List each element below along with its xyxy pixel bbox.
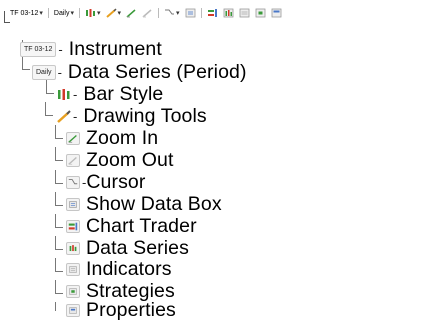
toolbar-instrument-dropdown[interactable]: TF 03-12 ▾: [9, 9, 44, 18]
toolbar-instrument-label: TF 03-12: [10, 9, 39, 17]
tree-item-period[interactable]: Daily - Data Series (Period): [32, 61, 247, 83]
tree-connector: [55, 183, 63, 184]
tree-connector: [55, 205, 63, 206]
tree-item-label: Data Series: [86, 236, 189, 259]
chevron-down-icon: -: [73, 108, 78, 124]
toolbar-separator: [200, 8, 202, 18]
properties-icon: [66, 303, 80, 317]
tree-connector: [46, 93, 54, 94]
data-box-icon: [185, 8, 195, 18]
tree-connector: [55, 236, 56, 250]
tree-connector: [45, 102, 46, 116]
tree-item-show-data-box[interactable]: Show Data Box: [66, 193, 222, 215]
tree-connector: [55, 302, 56, 311]
chevron-down-icon: -: [73, 86, 78, 102]
indicators-icon: [239, 8, 249, 18]
toolbar-chart-trader-button[interactable]: [206, 8, 219, 18]
tree-item-zoom-in[interactable]: Zoom In: [66, 127, 158, 149]
zoom-out-icon: [66, 153, 80, 167]
tree-item-cursor[interactable]: - Cursor: [66, 171, 145, 193]
toolbar-cursor-button[interactable]: ▾: [163, 8, 181, 18]
period-chip: Daily: [32, 64, 56, 80]
chevron-down-icon: -: [57, 64, 62, 80]
tree-connector: [55, 170, 56, 184]
tree-item-chart-trader[interactable]: Chart Trader: [66, 215, 197, 237]
tree-connector: [55, 280, 56, 294]
bar-style-icon: [58, 88, 70, 100]
tree-connector: [22, 69, 30, 70]
tree-connector: [55, 192, 56, 206]
tree-connector: [55, 293, 63, 294]
properties-icon: [271, 8, 281, 18]
tree-connector: [4, 22, 10, 23]
tree-item-label: Zoom Out: [86, 148, 174, 171]
tree-connector: [55, 227, 63, 228]
toolbar-separator: [158, 8, 160, 18]
strategies-icon: [66, 284, 80, 298]
tree-item-instrument[interactable]: TF 03-12 - Instrument: [20, 38, 162, 60]
tree-connector: [55, 258, 56, 272]
toolbar-zoom-out-button[interactable]: [141, 8, 154, 18]
chevron-down-icon: ▾: [39, 10, 43, 17]
tree-item-bar-style[interactable]: - Bar Style: [57, 83, 163, 105]
tree-item-zoom-out[interactable]: Zoom Out: [66, 149, 174, 171]
tree-connector: [55, 147, 56, 161]
bar-style-icon: [86, 9, 95, 17]
toolbar-indicators-button[interactable]: [238, 8, 251, 18]
tree-item-label: Chart Trader: [86, 214, 197, 237]
toolbar-separator: [47, 8, 49, 18]
data-series-icon: [66, 241, 80, 255]
toolbar-period-dropdown[interactable]: Daily ▾: [53, 9, 75, 18]
toolbar-period-label: Daily: [53, 9, 70, 17]
tree-item-label: Indicators: [86, 257, 172, 280]
toolbar-data-box-button[interactable]: [184, 8, 197, 18]
chevron-down-icon: ▾: [70, 10, 74, 17]
cursor-icon: [165, 9, 175, 15]
zoom-out-icon: [142, 9, 152, 18]
indicators-icon: [66, 262, 80, 276]
zoom-in-icon: [66, 131, 80, 145]
tree-item-drawing-tools[interactable]: - Drawing Tools: [57, 105, 207, 127]
tree-item-label: Bar Style: [83, 82, 164, 105]
cursor-icon: [66, 175, 80, 189]
tree-connector: [55, 214, 56, 228]
tree-connector: [55, 125, 56, 139]
pencil-icon: [105, 8, 117, 18]
tree-item-properties[interactable]: Properties: [66, 299, 176, 321]
toolbar-properties-button[interactable]: [270, 8, 283, 18]
zoom-in-icon: [126, 9, 136, 18]
strategies-icon: [255, 8, 265, 18]
tree-item-data-series[interactable]: Data Series: [66, 237, 189, 259]
chart-toolbar: TF 03-12 ▾ Daily ▾ ▾ ▾ ▾: [0, 0, 431, 26]
tree-connector: [55, 160, 63, 161]
toolbar-drawing-tools-button[interactable]: ▾: [105, 8, 123, 18]
toolbar-separator: [79, 8, 80, 18]
chevron-down-icon: ▾: [176, 10, 180, 17]
toolbar-data-series-button[interactable]: [222, 8, 235, 18]
pencil-icon: [57, 109, 71, 123]
toolbar-strategies-button[interactable]: [254, 8, 267, 18]
toolbar-bar-style-button[interactable]: ▾: [84, 8, 102, 18]
data-series-icon: [223, 8, 233, 18]
tree-item-label: Drawing Tools: [83, 104, 207, 127]
tree-item-label: Cursor: [86, 170, 146, 193]
tree-item-indicators[interactable]: Indicators: [66, 258, 172, 280]
chevron-down-icon: ▾: [117, 10, 122, 17]
chart-trader-icon: [207, 9, 217, 17]
chart-trader-icon: [66, 219, 80, 233]
tree-item-label: Show Data Box: [86, 192, 222, 215]
tree-item-label: Instrument: [68, 37, 162, 60]
tree-connector: [55, 138, 63, 139]
chevron-down-icon: -: [58, 41, 63, 57]
data-box-icon: [66, 197, 80, 211]
tree-item-label: Properties: [86, 298, 176, 321]
instrument-chip: TF 03-12: [20, 41, 57, 57]
tree-connector: [55, 271, 63, 272]
tree-item-label: Zoom In: [86, 126, 159, 149]
tree-connector: [45, 115, 53, 116]
toolbar-zoom-in-button[interactable]: [125, 8, 138, 18]
tree-item-label: Data Series (Period): [67, 60, 247, 83]
chevron-down-icon: ▾: [97, 10, 101, 17]
tree-connector: [55, 249, 63, 250]
